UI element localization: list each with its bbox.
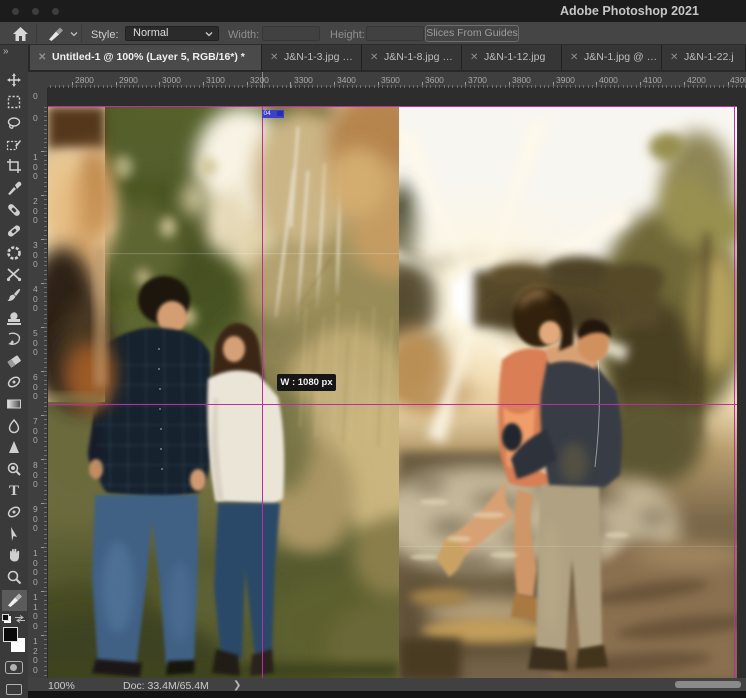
svg-text:T: T <box>9 483 19 498</box>
